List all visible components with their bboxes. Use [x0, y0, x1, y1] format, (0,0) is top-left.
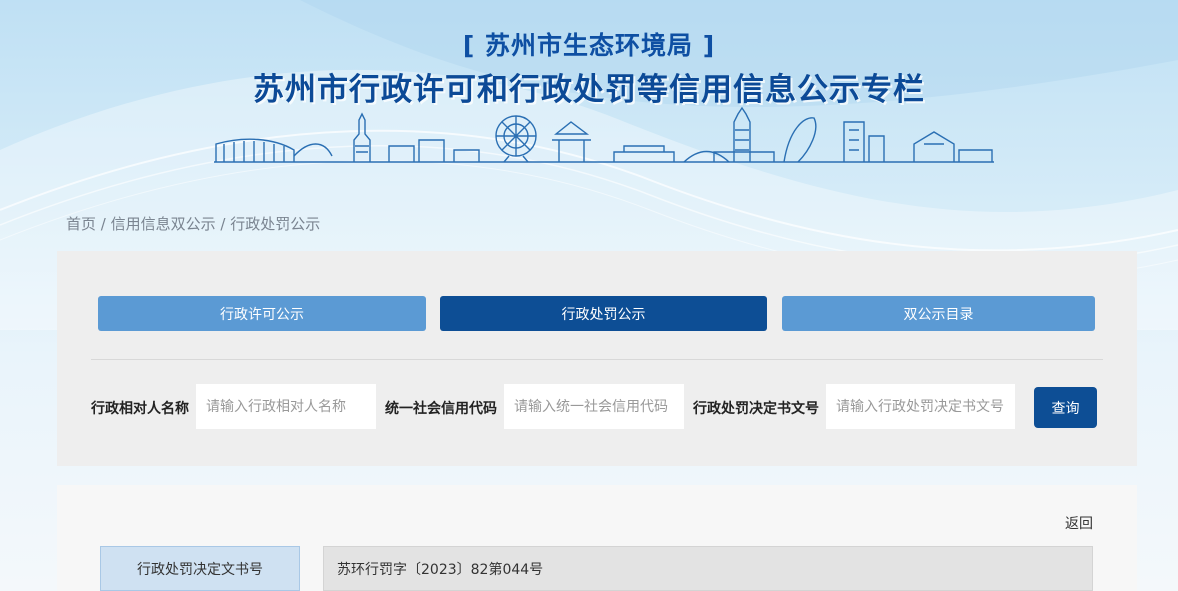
back-link[interactable]: 返回 — [1065, 513, 1093, 533]
detail-panel: 返回 行政处罚决定文书号 苏环行罚字〔2023〕82第044号 — [57, 485, 1137, 591]
decision-doc-number-input[interactable] — [826, 384, 1015, 429]
counterpart-name-label: 行政相对人名称 — [91, 401, 189, 417]
query-button[interactable]: 查询 — [1034, 387, 1097, 428]
breadcrumb-section-link[interactable]: 信用信息双公示 — [111, 215, 216, 233]
breadcrumb-separator: / — [96, 215, 111, 233]
page-header: [ 苏州市生态环境局 ] 苏州市行政许可和行政处罚等信用信息公示专栏 — [0, 0, 1178, 200]
decision-doc-number-label: 行政处罚决定书文号 — [693, 401, 819, 417]
detail-field-label: 行政处罚决定文书号 — [100, 546, 300, 591]
breadcrumb-current: 行政处罚公示 — [230, 215, 321, 233]
tab-administrative-penalty[interactable]: 行政处罚公示 — [440, 296, 767, 331]
credit-code-input[interactable] — [504, 384, 684, 429]
divider — [91, 359, 1103, 360]
detail-field-value: 苏环行罚字〔2023〕82第044号 — [323, 546, 1093, 591]
credit-code-label: 统一社会信用代码 — [385, 401, 497, 417]
search-panel: 行政许可公示 行政处罚公示 双公示目录 行政相对人名称 统一社会信用代码 行政处… — [57, 251, 1137, 466]
breadcrumb-separator: / — [215, 215, 231, 233]
tab-double-publicity-catalog[interactable]: 双公示目录 — [782, 296, 1095, 331]
counterpart-name-input[interactable] — [196, 384, 376, 429]
org-title: [ 苏州市生态环境局 ] — [462, 31, 716, 60]
breadcrumb: 首页 / 信用信息双公示 / 行政处罚公示 — [66, 213, 320, 234]
city-skyline-illustration — [214, 106, 994, 163]
tab-administrative-license[interactable]: 行政许可公示 — [98, 296, 426, 331]
breadcrumb-home-link[interactable]: 首页 — [66, 215, 96, 233]
